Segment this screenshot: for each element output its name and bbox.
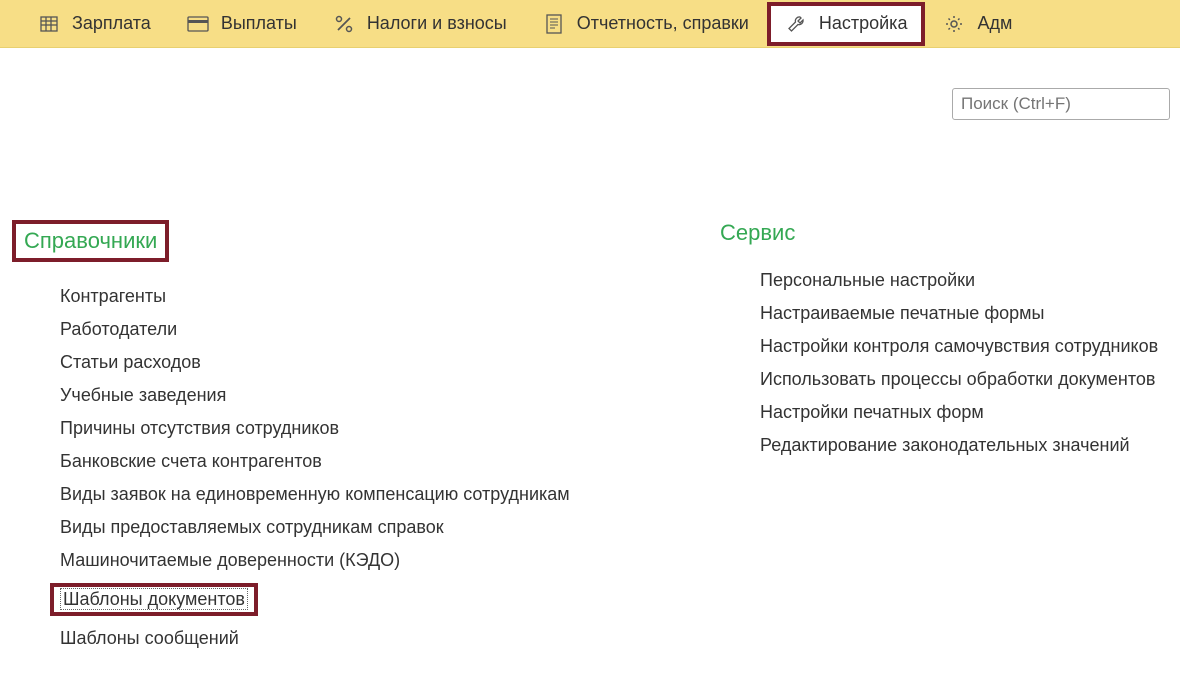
link-employers[interactable]: Работодатели bbox=[60, 319, 177, 339]
link-document-processes[interactable]: Использовать процессы обработки документ… bbox=[760, 369, 1155, 389]
link-certificate-types[interactable]: Виды предоставляемых сотрудникам справок bbox=[60, 517, 444, 537]
search-bar bbox=[952, 88, 1170, 120]
section-title-references: Справочники bbox=[12, 220, 169, 262]
content-area: Справочники Контрагенты Работодатели Ста… bbox=[0, 120, 1180, 681]
link-document-templates[interactable]: Шаблоны документов bbox=[60, 588, 248, 610]
toolbar-item-reports[interactable]: Отчетность, справки bbox=[525, 2, 767, 46]
percent-icon bbox=[333, 13, 355, 35]
link-health-settings[interactable]: Настройки контроля самочувствия сотрудни… bbox=[760, 336, 1158, 356]
toolbar-label: Выплаты bbox=[221, 13, 297, 34]
service-link-list: Персональные настройки Настраиваемые печ… bbox=[720, 270, 1160, 456]
link-absence-reasons[interactable]: Причины отсутствия сотрудников bbox=[60, 418, 339, 438]
highlighted-link-container: Шаблоны документов bbox=[50, 583, 258, 616]
link-schools[interactable]: Учебные заведения bbox=[60, 385, 226, 405]
toolbar-item-payments[interactable]: Выплаты bbox=[169, 2, 315, 46]
wrench-icon bbox=[785, 13, 807, 35]
toolbar-item-salary[interactable]: Зарплата bbox=[20, 2, 169, 46]
link-legal-values[interactable]: Редактирование законодательных значений bbox=[760, 435, 1130, 455]
link-contragents[interactable]: Контрагенты bbox=[60, 286, 166, 306]
link-print-form-settings[interactable]: Настройки печатных форм bbox=[760, 402, 984, 422]
toolbar-label: Зарплата bbox=[72, 13, 151, 34]
link-custom-print-forms[interactable]: Настраиваемые печатные формы bbox=[760, 303, 1044, 323]
main-toolbar: Зарплата Выплаты Налоги и взносы Отчетно… bbox=[0, 0, 1180, 48]
toolbar-label: Настройка bbox=[819, 13, 908, 34]
link-message-templates[interactable]: Шаблоны сообщений bbox=[60, 628, 239, 648]
toolbar-label: Адм bbox=[977, 13, 1012, 34]
card-icon bbox=[187, 13, 209, 35]
link-machine-proxies[interactable]: Машиночитаемые доверенности (КЭДО) bbox=[60, 550, 400, 570]
toolbar-label: Отчетность, справки bbox=[577, 13, 749, 34]
link-bank-accounts[interactable]: Банковские счета контрагентов bbox=[60, 451, 322, 471]
link-personal-settings[interactable]: Персональные настройки bbox=[760, 270, 975, 290]
toolbar-item-taxes[interactable]: Налоги и взносы bbox=[315, 2, 525, 46]
column-service: Сервис Персональные настройки Настраивае… bbox=[660, 220, 1160, 661]
table-icon bbox=[38, 13, 60, 35]
link-compensation-types[interactable]: Виды заявок на единовременную компенсаци… bbox=[60, 484, 570, 504]
toolbar-item-settings[interactable]: Настройка bbox=[767, 2, 926, 46]
search-input[interactable] bbox=[952, 88, 1170, 120]
gear-icon bbox=[943, 13, 965, 35]
toolbar-label: Налоги и взносы bbox=[367, 13, 507, 34]
column-references: Справочники Контрагенты Работодатели Ста… bbox=[20, 220, 620, 661]
link-expense-items[interactable]: Статьи расходов bbox=[60, 352, 201, 372]
toolbar-item-admin[interactable]: Адм bbox=[925, 2, 1030, 46]
section-title-service: Сервис bbox=[720, 220, 795, 246]
references-link-list: Контрагенты Работодатели Статьи расходов… bbox=[20, 286, 620, 649]
doc-icon bbox=[543, 13, 565, 35]
